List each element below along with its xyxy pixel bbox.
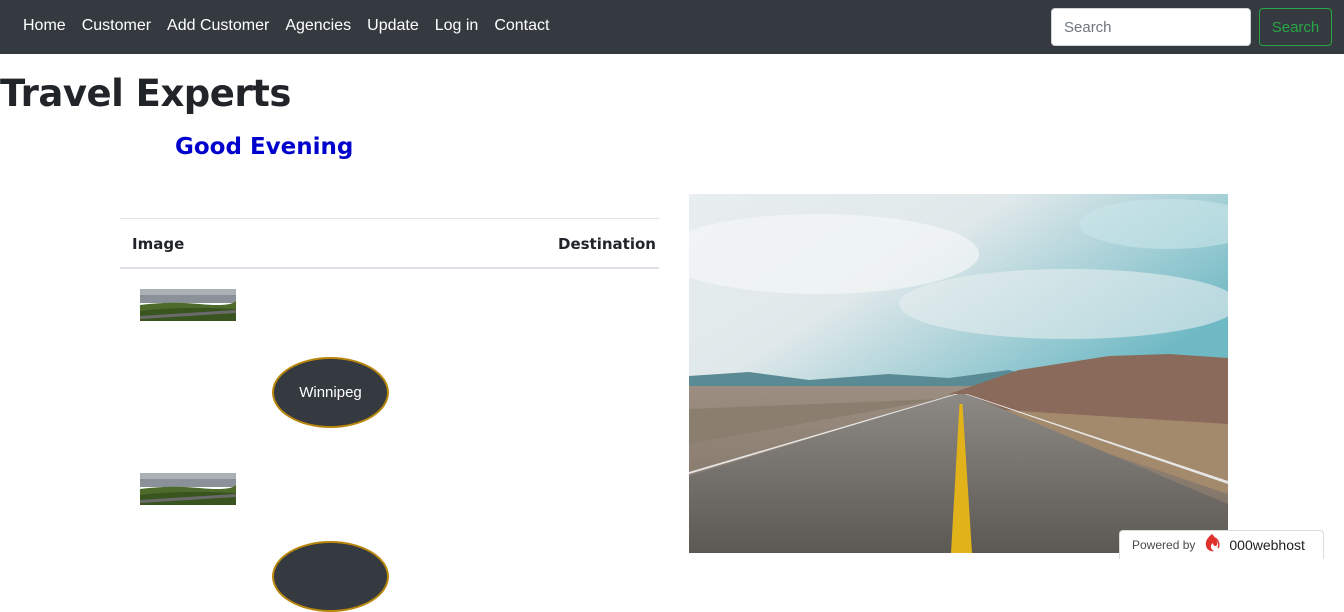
- table-header-destination: Destination: [558, 235, 656, 253]
- destination-button[interactable]: Winnipeg: [272, 357, 389, 428]
- search-input[interactable]: [1051, 8, 1251, 46]
- hero-road-image: [689, 194, 1228, 553]
- destination-thumbnail: [140, 289, 236, 321]
- nav-add-customer[interactable]: Add Customer: [167, 17, 269, 35]
- destination-button[interactable]: [272, 541, 389, 612]
- greeting: Good Evening: [175, 134, 354, 160]
- table-header-image: Image: [132, 235, 185, 253]
- navbar: Home Customer Add Customer Agencies Upda…: [0, 0, 1344, 54]
- nav-login[interactable]: Log in: [435, 17, 479, 35]
- nav-home[interactable]: Home: [23, 17, 66, 35]
- nav-update[interactable]: Update: [367, 17, 419, 35]
- search-button[interactable]: Search: [1259, 8, 1332, 46]
- powered-by-badge[interactable]: Powered by 000webhost: [1119, 530, 1324, 559]
- page-title: Travel Experts: [0, 72, 291, 115]
- nav-links: Home Customer Add Customer Agencies Upda…: [23, 17, 549, 35]
- destination-thumbnail: [140, 473, 236, 505]
- flame-logo-icon: [1201, 532, 1223, 559]
- table-header-divider: [120, 267, 659, 269]
- nav-contact[interactable]: Contact: [494, 17, 549, 35]
- nav-agencies[interactable]: Agencies: [285, 17, 351, 35]
- nav-customer[interactable]: Customer: [82, 17, 151, 35]
- table-top-border: [120, 218, 659, 219]
- badge-brand: 000webhost: [1229, 537, 1305, 553]
- badge-prefix: Powered by: [1132, 538, 1196, 552]
